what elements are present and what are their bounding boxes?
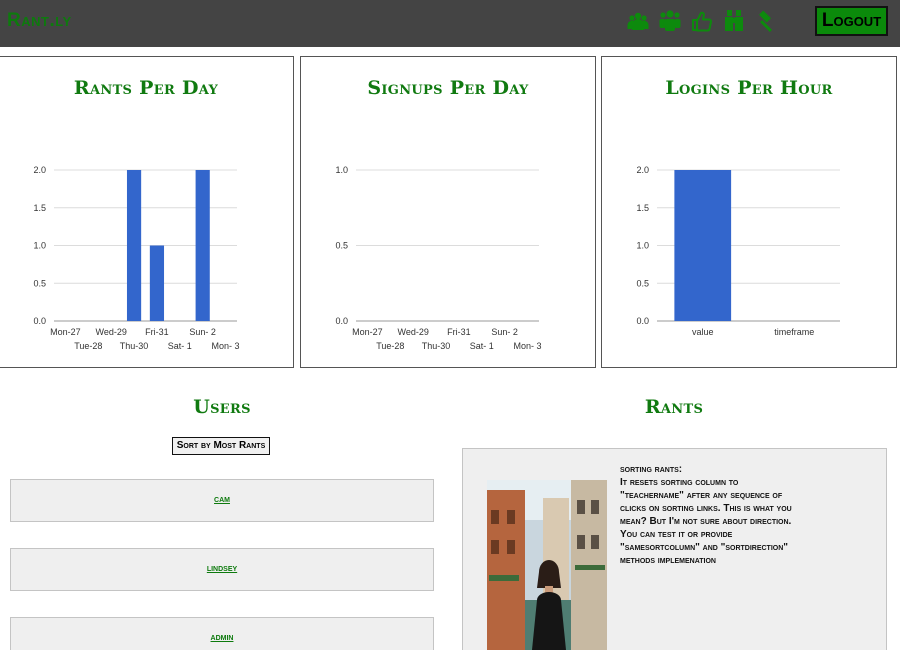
- x-tick-label: Sat- 1: [470, 341, 494, 351]
- binoculars-icon[interactable]: [722, 8, 746, 34]
- x-tick-label: Mon-27: [50, 327, 81, 337]
- rant-line: "teachername" after any sequence of: [620, 490, 783, 501]
- y-tick-label: 0.0: [33, 316, 46, 326]
- rants-per-day-chart: 0.0 0.5 1.0 1.5 2.0 Mon-27 Tue-28 Wed-29 Thu-30 F…: [33, 165, 240, 351]
- user-card: admin: [10, 617, 434, 650]
- top-navbar: Rant.ly Logout: [0, 0, 900, 47]
- signups-per-day-panel: Signups Per Day 0.0 0.5 1.0 Mon-27 Tue-28 Wed…: [300, 56, 596, 368]
- y-tick-label: 2.0: [636, 165, 649, 175]
- rant-line: "samesortcolumn" and "sortdirection": [620, 542, 789, 553]
- y-tick-label: 1.0: [335, 165, 348, 175]
- thumbs-up-icon[interactable]: [690, 8, 714, 34]
- y-tick-label: 0.0: [335, 316, 348, 326]
- logout-button[interactable]: Logout: [815, 6, 888, 36]
- rant-line: It resets sorting column to: [620, 477, 739, 488]
- x-tick-label: Sun- 2: [491, 327, 518, 337]
- x-tick-label: timeframe: [774, 327, 814, 337]
- y-tick-label: 0.0: [636, 316, 649, 326]
- x-tick-label: value: [692, 327, 714, 337]
- user-link-admin[interactable]: admin: [211, 632, 234, 643]
- logins-per-hour-panel: Logins Per Hour 0.0 0.5 1.0 1.5 2.0 value time…: [601, 56, 897, 368]
- y-tick-label: 1.5: [636, 203, 649, 213]
- users-group-icon[interactable]: [626, 8, 650, 34]
- rant-line: You can test it or provide: [620, 529, 733, 540]
- sort-by-most-rants-button[interactable]: Sort by Most Rants: [172, 437, 270, 455]
- rant-line: methods implemenation: [620, 555, 716, 566]
- users-heading: Users: [193, 396, 251, 418]
- x-tick-label: Wed-29: [96, 327, 127, 337]
- y-tick-label: 0.5: [33, 278, 46, 288]
- bar: [126, 170, 142, 321]
- rant-card: sorting rants: It resets sorting column …: [462, 448, 887, 650]
- x-tick-label: Fri-31: [145, 327, 169, 337]
- x-tick-label: Mon- 3: [212, 341, 240, 351]
- nav-icon-group: [626, 8, 778, 34]
- user-friends-icon[interactable]: [658, 8, 682, 34]
- rants-per-day-panel: Rants Per Day 0.0 0.5 1.0 1.5 2.0 Mon-27 Tue-2…: [0, 56, 294, 368]
- rant-author-photo: [487, 480, 607, 650]
- bar: [195, 170, 210, 321]
- x-tick-label: Mon-27: [352, 327, 383, 337]
- x-tick-label: Thu-30: [422, 341, 451, 351]
- y-tick-label: 2.0: [33, 165, 46, 175]
- rants-heading: Rants: [644, 396, 704, 418]
- signups-per-day-chart: 0.0 0.5 1.0 Mon-27 Tue-28 Wed-29 Thu-30 Fri-31 S…: [335, 165, 542, 351]
- x-tick-label: Mon- 3: [514, 341, 542, 351]
- rant-line: sorting rants:: [620, 464, 683, 475]
- rant-text: sorting rants: It resets sorting column …: [620, 463, 845, 567]
- rant-line: clicks on sorting links. This is what yo…: [620, 503, 792, 514]
- user-link-lindsey[interactable]: lindsey: [207, 563, 237, 574]
- bar: [149, 245, 165, 321]
- x-tick-label: Thu-30: [120, 341, 149, 351]
- user-card: lindsey: [10, 548, 434, 591]
- x-tick-label: Sun- 2: [189, 327, 216, 337]
- x-tick-label: Sat- 1: [168, 341, 192, 351]
- user-link-cam[interactable]: cam: [214, 494, 230, 505]
- y-tick-label: 0.5: [335, 241, 348, 251]
- rant-line: mean? But I'm not sure about direction.: [620, 516, 792, 527]
- bar: [674, 170, 732, 321]
- gavel-icon[interactable]: [754, 8, 778, 34]
- y-tick-label: 0.5: [636, 278, 649, 288]
- y-tick-label: 1.0: [636, 241, 649, 251]
- x-tick-label: Tue-28: [376, 341, 404, 351]
- brand-logo[interactable]: Rant.ly: [7, 10, 72, 32]
- user-card: cam: [10, 479, 434, 522]
- y-tick-label: 1.5: [33, 203, 46, 213]
- x-tick-label: Tue-28: [74, 341, 102, 351]
- y-tick-label: 1.0: [33, 241, 46, 251]
- x-tick-label: Wed-29: [398, 327, 429, 337]
- x-tick-label: Fri-31: [447, 327, 471, 337]
- logins-per-hour-chart: 0.0 0.5 1.0 1.5 2.0 value timeframe: [636, 165, 840, 337]
